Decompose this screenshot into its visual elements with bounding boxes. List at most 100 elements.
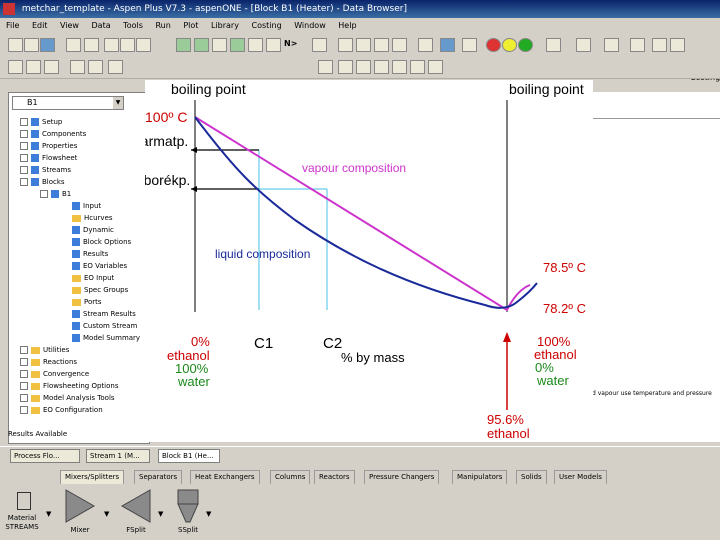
menu-tools[interactable]: Tools [123,21,143,30]
zoom-icon[interactable] [88,60,103,74]
tree-item[interactable]: Blocks [20,176,65,188]
tree-item[interactable]: Spec Groups [72,284,128,296]
expand-toggle-icon[interactable] [20,130,28,138]
tree-item[interactable]: Model Summary [72,332,140,344]
fsplit-dropdown-icon[interactable]: ▼ [158,510,163,518]
menu-costing[interactable]: Costing [251,21,281,30]
costing-icon[interactable] [604,38,619,52]
run-step-icon[interactable] [356,38,371,52]
calculator-icon[interactable] [108,60,123,74]
tab-solids[interactable]: Solids [516,470,547,485]
tree-item[interactable]: B1 [40,188,71,200]
tree-item[interactable]: Flowsheeting Options [20,380,118,392]
plot-wizard-icon[interactable] [318,60,333,74]
menu-library[interactable]: Library [211,21,239,30]
expand-toggle-icon[interactable] [20,142,28,150]
expand-toggle-icon[interactable] [20,358,28,366]
tree-item[interactable]: Flowsheet [20,152,77,164]
graph-icon[interactable] [546,38,561,52]
expand-toggle-icon[interactable] [40,190,48,198]
data-browser-icon[interactable] [312,38,327,52]
menu-run[interactable]: Run [155,21,170,30]
tab-pressure-changers[interactable]: Pressure Changers [364,470,440,485]
back-icon[interactable] [8,60,23,74]
plot-tx-icon[interactable] [338,60,353,74]
check-results-icon[interactable] [418,38,433,52]
tree-item[interactable]: Block Options [72,236,131,248]
tree-item[interactable]: Hcurves [72,212,113,224]
expand-toggle-icon[interactable] [20,118,28,126]
expand-toggle-icon[interactable] [20,154,28,162]
tree-item[interactable]: Model Analysis Tools [20,392,115,404]
expand-toggle-icon[interactable] [20,346,28,354]
tab-heat-exchangers[interactable]: Heat Exchangers [190,470,260,485]
expand-toggle-icon[interactable] [20,178,28,186]
menu-help[interactable]: Help [338,21,356,30]
mixer-dropdown-icon[interactable]: ▼ [104,510,109,518]
forward-icon[interactable] [26,60,41,74]
tree-item[interactable]: Properties [20,140,77,152]
tree-item[interactable]: Custom Stream [72,320,137,332]
settings-icon[interactable] [576,38,591,52]
expand-toggle-icon[interactable] [20,406,28,414]
stream-dropdown-icon[interactable]: ▼ [46,510,51,518]
properties-icon[interactable] [212,38,227,52]
close-x-icon[interactable] [440,38,455,52]
plot-curve-icon[interactable] [392,60,407,74]
expand-toggle-icon[interactable] [20,370,28,378]
expand-toggle-icon[interactable] [20,394,28,402]
cut-icon[interactable] [104,38,119,52]
paste-icon[interactable] [136,38,151,52]
save-icon[interactable] [40,38,55,52]
streams-icon[interactable] [248,38,263,52]
fsplit-tool[interactable]: FSplit [114,488,158,534]
run-stop-icon[interactable] [374,38,389,52]
next-button[interactable]: N> [284,39,297,48]
edit-icon[interactable] [70,60,85,74]
export-icon[interactable] [462,38,477,52]
expand-toggle-icon[interactable] [20,166,28,174]
task-block-b1[interactable]: Block B1 (He... [158,449,220,463]
block-selector[interactable]: B1 ▼ [12,96,124,110]
tree-item[interactable]: Stream Results [72,308,136,320]
ssplit-tool[interactable]: SSplit [166,488,210,534]
plot-bar-icon[interactable] [410,60,425,74]
flowsheet-icon[interactable] [230,38,245,52]
tree-item[interactable]: Results [72,248,108,260]
tree-item[interactable]: EO Variables [72,260,127,272]
reinit-icon[interactable] [392,38,407,52]
tab-separators[interactable]: Separators [134,470,183,485]
tree-item[interactable]: Streams [20,164,71,176]
tree-item[interactable]: Convergence [20,368,89,380]
run-start-icon[interactable] [338,38,353,52]
task-process-flowsheet[interactable]: Process Flo... [10,449,80,463]
tree-item[interactable]: Ports [72,296,102,308]
menu-edit[interactable]: Edit [32,21,48,30]
tree-item[interactable]: Dynamic [72,224,114,236]
spreadsheet-icon[interactable] [670,38,685,52]
tree-item[interactable]: EO Input [72,272,114,284]
tab-manipulators[interactable]: Manipulators [452,470,508,485]
mixer-tool[interactable]: Mixer [58,488,102,534]
print-icon[interactable] [66,38,81,52]
up-icon[interactable] [44,60,59,74]
setup-icon[interactable] [176,38,191,52]
ssplit-dropdown-icon[interactable]: ▼ [206,510,211,518]
open-file-icon[interactable] [24,38,39,52]
tree-item[interactable]: Components [20,128,86,140]
tab-user-models[interactable]: User Models [554,470,607,485]
menu-plot[interactable]: Plot [183,21,198,30]
tree-item[interactable]: Utilities [20,344,69,356]
tab-reactors[interactable]: Reactors [314,470,355,485]
menu-view[interactable]: View [60,21,79,30]
tab-columns[interactable]: Columns [270,470,311,485]
menu-file[interactable]: File [6,21,19,30]
tree-item[interactable]: EO Configuration [20,404,103,416]
table-icon[interactable] [630,38,645,52]
tree-item[interactable]: Setup [20,116,62,128]
blocks-icon[interactable] [266,38,281,52]
grid-icon[interactable] [652,38,667,52]
task-stream-1[interactable]: Stream 1 (M... [86,449,150,463]
tab-mixers-splitters[interactable]: Mixers/Splitters [60,470,125,484]
material-streams-tool[interactable]: Material STREAMS [2,492,46,532]
